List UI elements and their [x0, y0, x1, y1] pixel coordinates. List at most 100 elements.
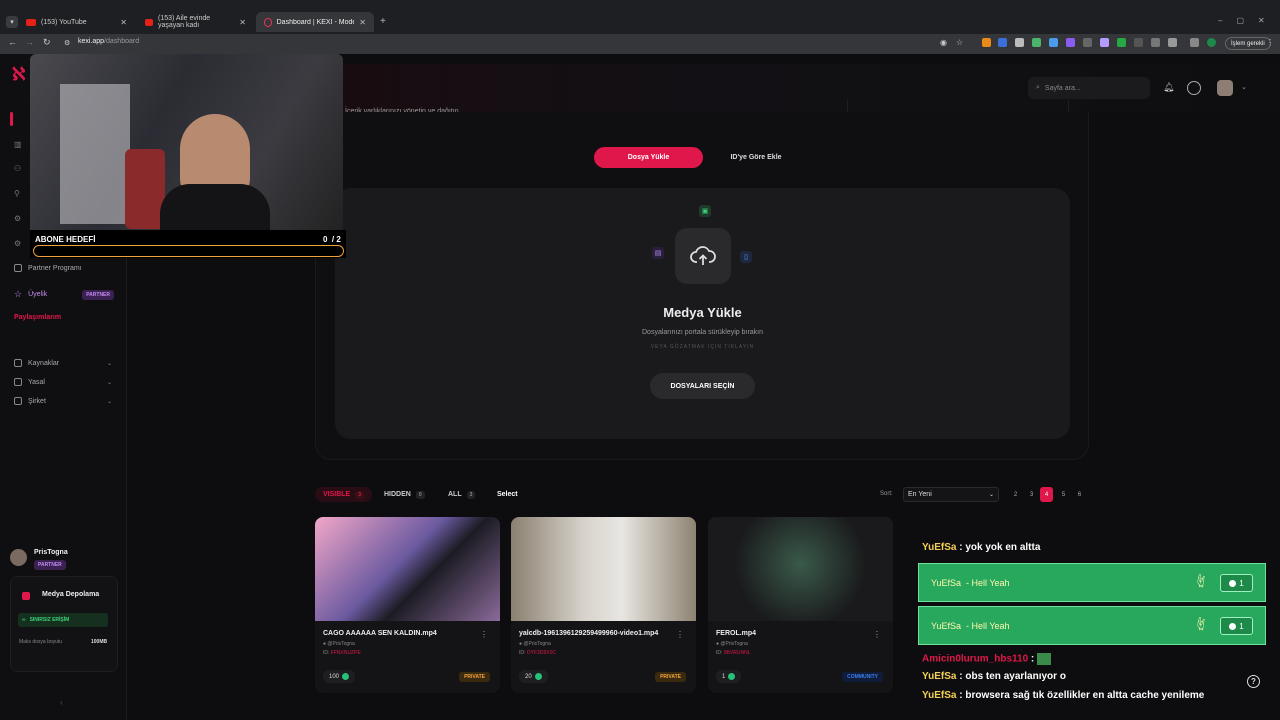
coin-count: 100: [323, 670, 356, 683]
filter-hidden[interactable]: HIDDEN 0: [376, 487, 433, 502]
extension-icon[interactable]: [1134, 38, 1143, 47]
chevron-down-icon[interactable]: ⌄: [1241, 83, 1247, 91]
extension-icon[interactable]: [1100, 38, 1109, 47]
infinity-icon: ∞: [22, 617, 26, 623]
media-card[interactable]: CAGO AAAAAA SEN KALDIN.mp4 ⋮ ● @PrisTogn…: [315, 517, 500, 693]
unlimited-access-badge: ∞ SINIRSIZ ERİŞİM: [18, 613, 108, 627]
back-icon[interactable]: ←: [8, 37, 17, 47]
sidebar-item-partner-program[interactable]: Partner Programı: [14, 264, 82, 272]
extension-icon[interactable]: [998, 38, 1007, 47]
user-name: PrisTogna: [34, 549, 68, 556]
site-info-icon[interactable]: ⚙: [64, 39, 70, 47]
search-input[interactable]: ⌕ Sayfa ara...: [1028, 77, 1150, 99]
sidebar-group-company[interactable]: Şirket ⌄: [14, 397, 112, 405]
help-icon[interactable]: ?: [1247, 675, 1260, 688]
forward-icon[interactable]: →: [25, 37, 34, 47]
chevron-down-icon: ⌄: [106, 379, 112, 386]
extension-icon[interactable]: [1151, 38, 1160, 47]
more-options-icon[interactable]: ⋮: [676, 630, 684, 639]
browser-tab-youtube[interactable]: (153) YouTube ✕: [18, 12, 135, 32]
sidebar-item-membership[interactable]: ☆ Üyelik PARTNER: [14, 289, 114, 300]
tab-add-by-id[interactable]: ID'ye Göre Ekle: [708, 147, 804, 168]
search-icon: ⌕: [1036, 84, 1040, 91]
partner-badge: PARTNER: [82, 289, 114, 300]
profile-icon[interactable]: [1207, 38, 1216, 47]
sidebar-group-resources[interactable]: Kaynaklar ⌄: [14, 359, 112, 367]
extension-icon[interactable]: [982, 38, 991, 47]
filter-all[interactable]: ALL 3: [440, 487, 483, 502]
tab-search-button[interactable]: ▾: [6, 16, 18, 28]
extension-icon[interactable]: [1066, 38, 1075, 47]
new-tab-button[interactable]: +: [380, 16, 386, 27]
max-file-size-label: Maks dosya boyutu: [19, 639, 63, 645]
browser-tab-dashboard[interactable]: Dashboard | KEXI - Modern Str✕: [256, 12, 374, 32]
cloud-upload-icon: [675, 228, 731, 284]
page-button[interactable]: 5: [1057, 487, 1070, 502]
chevron-down-icon: ⌄: [988, 492, 994, 498]
chat-highlight: YuEfSa - Hell Yeah 🤘︎ 1: [918, 563, 1266, 602]
media-card[interactable]: yalcdb-1961396129259499960-video1.mp4 ⋮ …: [511, 517, 696, 693]
storage-title: Medya Depolama: [42, 591, 100, 598]
star-icon[interactable]: ☆: [956, 38, 963, 47]
chevron-down-icon: ⌄: [106, 398, 112, 405]
avatar[interactable]: [10, 549, 27, 566]
sidebar-item-shares[interactable]: Paylaşımlarım: [14, 314, 61, 321]
close-icon[interactable]: ✕: [120, 18, 127, 27]
extension-icon[interactable]: [1190, 38, 1199, 47]
users-icon[interactable]: ⚇: [14, 164, 21, 173]
coin-icon: [728, 673, 736, 680]
puzzle-icon[interactable]: [1168, 38, 1177, 47]
goal-progress-bar: [33, 245, 344, 257]
chat-message: YuEfSa : browsera sağ tık özellikler en …: [922, 690, 1205, 701]
status-badge: PRIVATE: [459, 672, 490, 682]
more-options-icon[interactable]: ⋮: [480, 630, 488, 639]
goal-value: 0 / 2: [323, 235, 341, 244]
video-thumbnail[interactable]: [511, 517, 696, 621]
extension-icon[interactable]: [1083, 38, 1092, 47]
storage-icon: [22, 592, 30, 600]
kexi-logo-icon: [264, 17, 272, 27]
more-options-icon[interactable]: ⋮: [873, 630, 881, 639]
collapse-sidebar-icon[interactable]: ‹: [60, 698, 63, 707]
window-controls[interactable]: –▢✕: [1218, 16, 1279, 25]
vote-count: 1: [1220, 574, 1253, 592]
tab-upload-file[interactable]: Dosya Yükle: [594, 147, 703, 168]
reload-icon[interactable]: ↻: [43, 37, 51, 48]
select-button[interactable]: Select: [489, 487, 526, 502]
eye-off-icon[interactable]: ◉: [940, 38, 947, 47]
browser-menu-icon[interactable]: ⋮: [1266, 38, 1274, 47]
bell-icon[interactable]: 🔔︎: [1163, 82, 1174, 93]
settings-icon[interactable]: ⚙: [14, 239, 21, 248]
page-button-current[interactable]: 4: [1040, 487, 1053, 502]
sort-select[interactable]: En Yeni ⌄: [903, 487, 999, 502]
chart-icon[interactable]: ▥: [14, 140, 22, 149]
sidebar-group-legal[interactable]: Yasal ⌄: [14, 378, 112, 386]
extension-icon[interactable]: [1117, 38, 1126, 47]
company-icon: [14, 397, 22, 405]
close-icon[interactable]: ✕: [239, 18, 246, 27]
extension-icon[interactable]: [1049, 38, 1058, 47]
page-button[interactable]: 2: [1009, 487, 1022, 502]
dropzone-title: Medya Yükle: [663, 305, 742, 320]
partner-icon: [14, 264, 22, 272]
media-card[interactable]: FEROL.mp4 ⋮ ● @PrisTogna ID: 9BVRUNNL 1 …: [708, 517, 893, 693]
filter-visible[interactable]: VISIBLE 3: [315, 487, 373, 502]
rock-hand-icon: 🤘︎: [1196, 573, 1205, 590]
page-button[interactable]: 3: [1025, 487, 1038, 502]
globe-icon[interactable]: [1187, 81, 1201, 95]
select-files-button[interactable]: DOSYALARI SEÇİN: [650, 373, 755, 399]
video-thumbnail[interactable]: [315, 517, 500, 621]
video-thumbnail[interactable]: [708, 517, 893, 621]
status-badge: COMMUNITY: [842, 672, 883, 682]
sort-label: Sort:: [880, 491, 893, 497]
close-icon[interactable]: ✕: [359, 18, 366, 27]
page-button[interactable]: 6: [1073, 487, 1086, 502]
settings-icon[interactable]: ⚙: [14, 214, 21, 223]
pin-icon[interactable]: ⚲: [14, 189, 20, 198]
browser-tab-video[interactable]: (153) Aile evinde yaşayan kadı ✕: [137, 12, 254, 32]
profile-avatar[interactable]: [1217, 80, 1233, 96]
extension-icon[interactable]: [1032, 38, 1041, 47]
action-required-button[interactable]: İşlem gerekli: [1225, 37, 1271, 50]
extension-icon[interactable]: [1015, 38, 1024, 47]
url-field[interactable]: kexi.app/dashboard: [78, 38, 139, 45]
